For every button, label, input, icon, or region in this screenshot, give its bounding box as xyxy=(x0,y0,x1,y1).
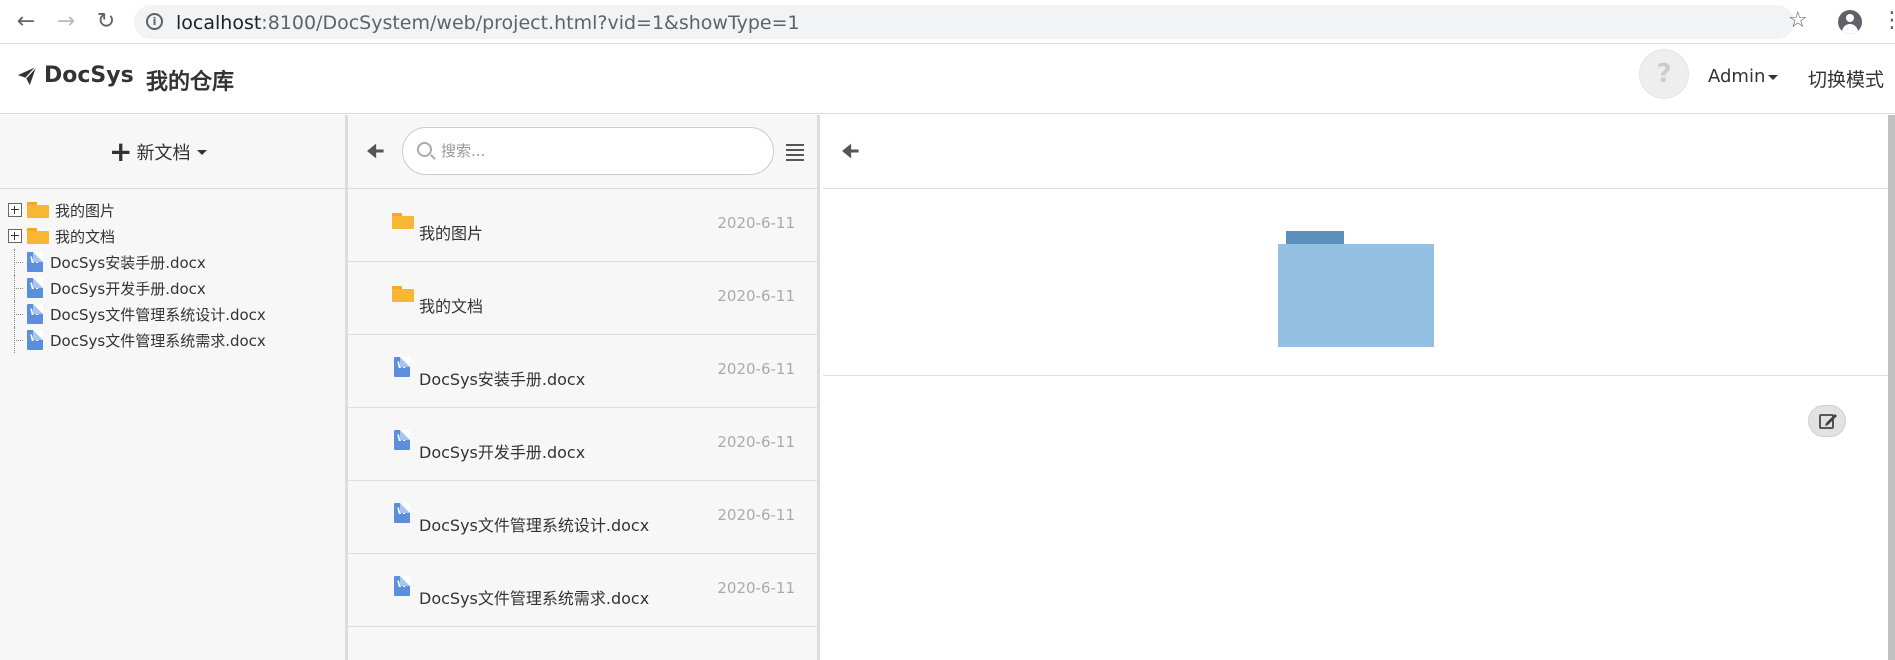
folder-icon xyxy=(392,286,414,302)
list-item[interactable]: W DocSys文件管理系统设计.docx 2020-6-11 xyxy=(348,481,817,554)
file-date: 2020-6-11 xyxy=(717,506,795,524)
folder-icon xyxy=(27,228,49,244)
search-box[interactable] xyxy=(402,127,774,175)
app-header: DocSys 我的仓库 ? Admin 切换模式 xyxy=(0,45,1895,114)
tree-item-label: DocSys开发手册.docx xyxy=(50,279,206,298)
paper-plane-icon xyxy=(17,65,37,85)
user-menu[interactable]: Admin xyxy=(1708,66,1779,87)
back-nav-icon[interactable]: ← xyxy=(12,8,40,36)
tree-item-label: DocSys文件管理系统需求.docx xyxy=(50,331,266,350)
new-doc-label: 新文档 xyxy=(136,143,191,164)
word-doc-icon: W xyxy=(27,278,43,298)
tree-connector xyxy=(8,327,23,353)
left-tree-pane: + 新文档 我的图片 我的文档 W DocSys安装手册.docx W DocS… xyxy=(0,115,348,660)
list-item[interactable]: W DocSys文件管理系统需求.docx 2020-6-11 xyxy=(348,554,817,627)
tree-item[interactable]: 我的文档 xyxy=(8,223,266,249)
repo-title: 我的仓库 xyxy=(146,70,235,95)
url-text[interactable]: localhost:8100/DocSystem/web/project.htm… xyxy=(176,12,800,34)
tree-item[interactable]: 我的图片 xyxy=(8,197,266,223)
profile-icon[interactable] xyxy=(1838,10,1862,34)
browser-menu-icon[interactable]: ⋮ xyxy=(1881,9,1895,33)
folder-icon xyxy=(27,202,49,218)
list-menu-icon[interactable] xyxy=(786,144,804,161)
scrollbar[interactable] xyxy=(1888,115,1895,660)
tree-item[interactable]: W DocSys文件管理系统需求.docx xyxy=(8,327,266,353)
tree-item-label: DocSys文件管理系统设计.docx xyxy=(50,305,266,324)
caret-down-icon xyxy=(1768,74,1779,80)
file-list: 我的图片 2020-6-11 我的文档 2020-6-11 W DocSys安装… xyxy=(348,189,817,627)
edit-button[interactable] xyxy=(1808,405,1846,437)
file-list-toolbar: 🠈 xyxy=(348,115,817,189)
file-date: 2020-6-11 xyxy=(717,360,795,378)
caret-down-icon xyxy=(197,149,208,155)
file-name: DocSys文件管理系统设计.docx xyxy=(419,516,650,535)
list-item[interactable]: W DocSys安装手册.docx 2020-6-11 xyxy=(348,335,817,408)
arrow-left-icon[interactable]: 🠈 xyxy=(841,137,860,171)
tree-connector xyxy=(8,301,23,327)
word-doc-icon: W xyxy=(27,304,43,324)
file-name: DocSys开发手册.docx xyxy=(419,443,586,462)
tree-item-label: 我的文档 xyxy=(55,227,116,246)
file-date: 2020-6-11 xyxy=(717,214,795,232)
user-name: Admin xyxy=(1708,66,1766,87)
file-list-pane: 🠈 我的图片 2020-6-11 我的文档 2020-6-11 W DocSys… xyxy=(348,115,820,660)
edit-icon xyxy=(1819,414,1837,429)
tree-item[interactable]: W DocSys文件管理系统设计.docx xyxy=(8,301,266,327)
file-name: 我的图片 xyxy=(419,224,484,243)
arrow-left-icon[interactable]: 🠈 xyxy=(366,137,385,171)
bookmark-star-icon[interactable]: ☆ xyxy=(1788,8,1808,33)
file-name: DocSys文件管理系统需求.docx xyxy=(419,589,650,608)
forward-nav-icon[interactable]: → xyxy=(52,8,80,36)
avatar-placeholder-icon: ? xyxy=(1656,59,1672,89)
list-item[interactable]: 我的图片 2020-6-11 xyxy=(348,189,817,262)
list-item[interactable]: 我的文档 2020-6-11 xyxy=(348,262,817,335)
preview-pane: 🠈 xyxy=(823,115,1895,660)
file-date: 2020-6-11 xyxy=(717,433,795,451)
plus-icon: + xyxy=(109,135,133,168)
url-host: localhost xyxy=(176,12,262,34)
folder-icon xyxy=(1278,231,1434,347)
reload-icon[interactable]: ↻ xyxy=(92,8,120,36)
word-doc-icon: W xyxy=(394,357,410,377)
expand-icon[interactable] xyxy=(8,203,22,217)
tree-item[interactable]: W DocSys开发手册.docx xyxy=(8,275,266,301)
folder-icon xyxy=(392,213,414,229)
tree-connector xyxy=(8,249,23,275)
new-doc-bar: + 新文档 xyxy=(0,115,345,189)
doc-tree: 我的图片 我的文档 W DocSys安装手册.docx W DocSys开发手册… xyxy=(8,197,266,353)
preview-toolbar: 🠈 xyxy=(823,115,1895,189)
new-doc-button[interactable]: + 新文档 xyxy=(109,135,208,168)
tree-item-label: DocSys安装手册.docx xyxy=(50,253,206,272)
file-name: DocSys安装手册.docx xyxy=(419,370,586,389)
url-path: :8100/DocSystem/web/project.html?vid=1&s… xyxy=(261,12,800,34)
brand-name: DocSys xyxy=(44,63,134,88)
expand-icon[interactable] xyxy=(8,229,22,243)
address-bar[interactable]: i localhost:8100/DocSystem/web/project.h… xyxy=(134,5,1794,39)
tree-item-label: 我的图片 xyxy=(55,201,116,220)
file-date: 2020-6-11 xyxy=(717,579,795,597)
brand-logo[interactable]: DocSys xyxy=(16,63,134,88)
search-input[interactable] xyxy=(441,140,761,162)
folder-preview xyxy=(823,189,1895,376)
word-doc-icon: W xyxy=(394,503,410,523)
word-doc-icon: W xyxy=(27,330,43,350)
mode-switch-link[interactable]: 切换模式 xyxy=(1808,65,1884,92)
word-doc-icon: W xyxy=(394,430,410,450)
file-name: 我的文档 xyxy=(419,297,484,316)
avatar[interactable]: ? xyxy=(1639,49,1689,99)
browser-bar: ← → ↻ i localhost:8100/DocSystem/web/pro… xyxy=(0,0,1895,44)
tree-connector xyxy=(8,275,23,301)
word-doc-icon: W xyxy=(27,252,43,272)
site-info-icon[interactable]: i xyxy=(146,13,163,30)
file-date: 2020-6-11 xyxy=(717,287,795,305)
search-icon xyxy=(417,142,432,157)
list-item[interactable]: W DocSys开发手册.docx 2020-6-11 xyxy=(348,408,817,481)
tree-item[interactable]: W DocSys安装手册.docx xyxy=(8,249,266,275)
word-doc-icon: W xyxy=(394,576,410,596)
